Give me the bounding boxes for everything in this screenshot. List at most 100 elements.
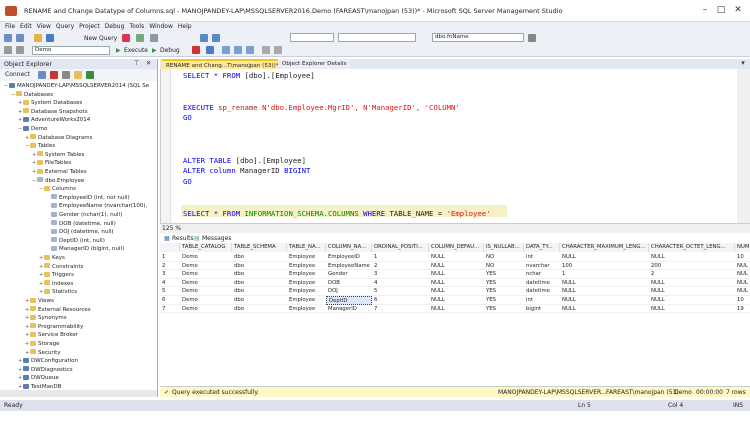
execute-icon[interactable]: ▶: [116, 47, 121, 54]
disconnect-icon[interactable]: [50, 71, 58, 79]
table-cell[interactable]: NULL: [429, 305, 484, 314]
table-cell[interactable]: 2: [649, 270, 735, 279]
table-cell[interactable]: 5: [160, 287, 180, 296]
table-cell[interactable]: NULL: [649, 296, 735, 305]
table-cell[interactable]: NULL: [429, 253, 484, 262]
minimize-button[interactable]: –: [698, 4, 712, 16]
tree-node[interactable]: − Columns: [39, 185, 76, 194]
table-cell[interactable]: Demo: [180, 305, 232, 314]
table-cell[interactable]: DeptID: [326, 296, 372, 305]
close-pane-icon[interactable]: ✕: [146, 60, 151, 67]
table-cell[interactable]: Employee: [287, 279, 326, 288]
table-cell[interactable]: NULL: [560, 279, 649, 288]
table-cell[interactable]: 4: [372, 279, 429, 288]
column-header[interactable]: ORDINAL_POSITI...: [372, 243, 429, 252]
menu-view[interactable]: View: [37, 22, 51, 32]
table-cell[interactable]: Gender: [326, 270, 372, 279]
results-to-text-icon[interactable]: [234, 46, 242, 54]
comment-icon[interactable]: [262, 46, 270, 54]
table-cell[interactable]: Employee: [287, 253, 326, 262]
tree-node[interactable]: ManagerID (bigint, null): [46, 245, 124, 254]
tree-node[interactable]: − Demo: [18, 125, 47, 134]
table-cell[interactable]: 4: [160, 279, 180, 288]
table-cell[interactable]: YES: [484, 296, 524, 305]
tree-node[interactable]: + System Databases: [18, 99, 82, 108]
new-query-button[interactable]: New Query: [84, 35, 117, 42]
pin-icon[interactable]: ⊤: [134, 60, 139, 67]
table-cell[interactable]: 10: [735, 253, 750, 262]
sql-editor[interactable]: SELECT * FROM [dbo].[Employee] EXECUTE sp…: [160, 69, 750, 223]
table-cell[interactable]: dbo: [232, 305, 287, 314]
table-cell[interactable]: EmployeeName: [326, 262, 372, 271]
table-cell[interactable]: dbo: [232, 296, 287, 305]
object-explorer-hscrollbar[interactable]: [0, 390, 158, 397]
table-cell[interactable]: NO: [484, 253, 524, 262]
table-cell[interactable]: dbo: [232, 270, 287, 279]
table-cell[interactable]: Employee: [287, 296, 326, 305]
table-cell[interactable]: 2: [160, 262, 180, 271]
platform-combo[interactable]: [338, 33, 416, 42]
column-header[interactable]: COLUMN_DEFAU...: [429, 243, 484, 252]
table-cell[interactable]: Demo: [180, 262, 232, 271]
table-cell[interactable]: NULL: [649, 279, 735, 288]
table-cell[interactable]: 3: [160, 270, 180, 279]
forward-icon[interactable]: [16, 34, 24, 42]
table-cell[interactable]: NUL: [735, 262, 750, 271]
cancel-query-icon[interactable]: [192, 46, 200, 54]
results-to-grid-icon[interactable]: [222, 46, 230, 54]
table-cell[interactable]: NUL: [735, 287, 750, 296]
column-header[interactable]: TABLE_NA...: [287, 243, 326, 252]
table-cell[interactable]: 6: [160, 296, 180, 305]
maximize-button[interactable]: □: [714, 4, 728, 16]
tab-list-chevron-icon[interactable]: ▾: [736, 57, 750, 69]
tree-node[interactable]: + FileTables: [32, 159, 71, 168]
table-cell[interactable]: NULL: [429, 287, 484, 296]
tree-node[interactable]: Gender (nchar(1), null): [46, 211, 122, 220]
column-header[interactable]: TABLE_CATALOG: [180, 243, 232, 252]
tree-node[interactable]: − dbo.Employee: [32, 177, 84, 186]
editor-vscrollbar[interactable]: [737, 69, 750, 223]
code-line[interactable]: ALTER TABLE [dbo].[Employee]: [183, 156, 306, 166]
table-cell[interactable]: NULL: [429, 270, 484, 279]
column-header[interactable]: IS_NULLAB...: [484, 243, 524, 252]
tree-node[interactable]: + DWDiagnostics: [18, 366, 73, 375]
table-cell[interactable]: 7: [372, 305, 429, 314]
table-cell[interactable]: dbo: [232, 287, 287, 296]
new-query-icon[interactable]: [60, 34, 82, 42]
tree-node[interactable]: − MANOJPANDEY-LAP\MSSQLSERVER2014 (SQL Se: [4, 82, 149, 91]
tree-node[interactable]: + Synonyms: [25, 314, 67, 323]
table-cell[interactable]: int: [524, 253, 560, 262]
tree-node[interactable]: + Storage: [25, 340, 60, 349]
undo-icon[interactable]: [200, 34, 208, 42]
tree-node[interactable]: DeptID (int, null): [46, 237, 105, 246]
table-cell[interactable]: 6: [372, 296, 429, 305]
table-cell[interactable]: NULL: [560, 296, 649, 305]
table-cell[interactable]: 5: [372, 287, 429, 296]
table-row[interactable]: 3 Demo dbo Employee Gender 3 NULL YES nchar 1 2 NUL: [160, 270, 750, 279]
connect-button[interactable]: Connect: [5, 71, 30, 78]
database-combo[interactable]: Demo: [32, 46, 110, 55]
table-cell[interactable]: bigint: [524, 305, 560, 314]
menu-file[interactable]: File: [5, 22, 15, 32]
table-row[interactable]: 4 Demo dbo Employee DOB 4 NULL YES datetime NULL N…: [160, 279, 750, 288]
back-icon[interactable]: [4, 34, 12, 42]
tab-object-explorer-details[interactable]: Object Explorer Details: [278, 59, 351, 69]
tree-node[interactable]: + AdventureWorks2014: [18, 116, 90, 125]
tree-node[interactable]: + Database Snapshots: [18, 108, 88, 117]
table-cell[interactable]: 1: [372, 253, 429, 262]
execute-button[interactable]: Execute: [124, 47, 148, 54]
table-cell[interactable]: YES: [484, 287, 524, 296]
table-cell[interactable]: NULL: [649, 253, 735, 262]
table-cell[interactable]: Employee: [287, 305, 326, 314]
table-cell[interactable]: Demo: [180, 270, 232, 279]
tab-results[interactable]: Results: [172, 235, 194, 242]
table-cell[interactable]: NULL: [429, 296, 484, 305]
column-header[interactable]: CHARACTER_OCTET_LENG...: [649, 243, 735, 252]
table-cell[interactable]: 3: [372, 270, 429, 279]
find-combo[interactable]: dbo.fnName: [432, 33, 524, 42]
results-grid[interactable]: TABLE_CATALOG TABLE_SCHEMA TABLE_NA... COLU…: [160, 243, 750, 383]
table-cell[interactable]: NUL: [735, 270, 750, 279]
tree-node[interactable]: DOJ (datetime, null): [46, 228, 114, 237]
debug-button[interactable]: Debug: [160, 47, 180, 54]
table-cell[interactable]: dbo: [232, 279, 287, 288]
